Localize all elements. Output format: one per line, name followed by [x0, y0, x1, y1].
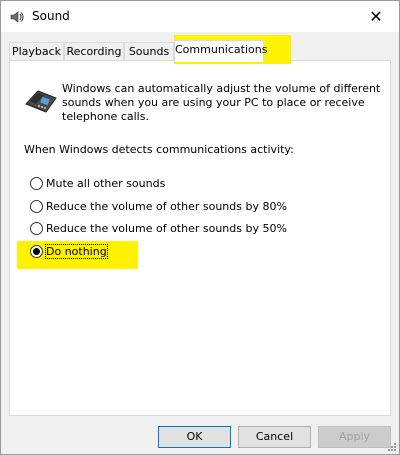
radio-button[interactable]: [30, 221, 43, 235]
speaker-icon: [10, 11, 24, 23]
option-reduce-80[interactable]: Reduce the volume of other sounds by 80%: [30, 198, 287, 214]
close-button[interactable]: ✕: [353, 1, 399, 32]
tab-sounds[interactable]: Sounds: [124, 42, 174, 61]
option-label: Mute all other sounds: [46, 176, 166, 190]
tab-recording[interactable]: Recording: [64, 42, 124, 61]
radio-button[interactable]: [30, 176, 43, 190]
window-title: Sound: [32, 9, 70, 23]
option-do-nothing[interactable]: Do nothing: [30, 243, 108, 259]
option-mute-all[interactable]: Mute all other sounds: [30, 175, 165, 191]
title-bar: Sound ✕: [1, 1, 399, 32]
description-text: Windows can automatically adjust the vol…: [62, 82, 381, 123]
option-label: Reduce the volume of other sounds by 80%: [46, 199, 287, 213]
ok-button[interactable]: OK: [158, 426, 231, 448]
tab-playback[interactable]: Playback: [9, 42, 64, 61]
resize-grip-icon[interactable]: [387, 442, 397, 452]
option-label: Reduce the volume of other sounds by 50%: [46, 221, 287, 235]
tab-communications[interactable]: Communications: [174, 40, 267, 62]
telephone-icon: [25, 90, 57, 113]
detect-activity-label: When Windows detects communications acti…: [24, 143, 294, 156]
sound-dialog: Sound ✕ Playback Recording Sounds Commun…: [0, 0, 400, 455]
radio-button[interactable]: [30, 199, 43, 213]
communications-panel: Windows can automatically adjust the vol…: [9, 60, 391, 416]
option-label: Do nothing: [45, 243, 108, 259]
radio-button-selected[interactable]: [30, 244, 43, 258]
cancel-button[interactable]: Cancel: [238, 426, 311, 448]
close-icon: ✕: [369, 7, 383, 26]
apply-button[interactable]: Apply: [318, 426, 391, 448]
option-reduce-50[interactable]: Reduce the volume of other sounds by 50%: [30, 220, 287, 236]
